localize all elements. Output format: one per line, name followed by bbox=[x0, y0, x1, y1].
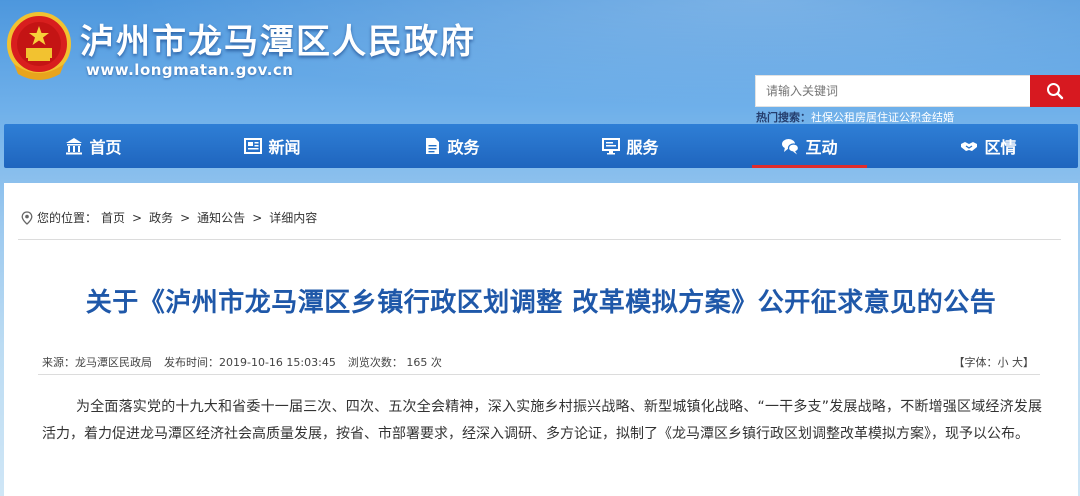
nav-item-label: 服务 bbox=[626, 138, 659, 157]
breadcrumb: 您的位置： 首页 > 政务 > 通知公告 > 详细内容 bbox=[21, 209, 317, 226]
nav-item-label: 互动 bbox=[805, 138, 838, 157]
nav-item-services[interactable]: 服务 bbox=[541, 124, 720, 168]
site-url: www.longmatan.gov.cn bbox=[86, 61, 294, 79]
nav-item-home[interactable]: 首页 bbox=[4, 124, 183, 168]
font-size-prefix: 【字体： bbox=[953, 356, 998, 369]
hot-search-item[interactable]: 公积金 bbox=[899, 111, 932, 124]
hot-search-label: 热门搜索： bbox=[756, 111, 811, 124]
monitor-icon bbox=[602, 138, 621, 155]
breadcrumb-item[interactable]: 首页 bbox=[101, 209, 125, 226]
nav-item-news[interactable]: 新闻 bbox=[183, 124, 362, 168]
font-size-control: 【字体：小 大】 bbox=[954, 354, 1035, 370]
breadcrumb-item[interactable]: 通知公告 bbox=[197, 209, 245, 226]
breadcrumb-separator: > bbox=[252, 210, 263, 225]
nav-item-interaction[interactable]: 互动 bbox=[720, 124, 899, 168]
search-icon bbox=[1047, 83, 1064, 100]
article-meta: 来源：龙马潭区民政局 发布时间：2019-10-16 15:03:45 浏览次数… bbox=[42, 354, 442, 370]
nav-item-affairs[interactable]: 政务 bbox=[362, 124, 541, 168]
search-button[interactable] bbox=[1030, 75, 1080, 107]
font-size-suffix: 】 bbox=[1023, 356, 1034, 369]
breadcrumb-separator: > bbox=[132, 210, 143, 225]
nav-item-district[interactable]: 区情 bbox=[899, 124, 1078, 168]
article-source: 来源：龙马潭区民政局 bbox=[42, 356, 152, 369]
divider bbox=[18, 239, 1061, 240]
article-view-count: 浏览次数： 165 次 bbox=[347, 356, 442, 369]
breadcrumb-current: 详细内容 bbox=[269, 211, 318, 225]
search-input[interactable] bbox=[755, 75, 1031, 107]
nav-item-label: 首页 bbox=[89, 138, 122, 157]
divider bbox=[38, 374, 1040, 375]
hot-search-item[interactable]: 社保 bbox=[811, 111, 833, 124]
article-title: 关于《泸州市龙马潭区乡镇行政区划调整 改革模拟方案》公开征求意见的公告 bbox=[85, 288, 997, 318]
hot-search-item[interactable]: 居住证 bbox=[866, 111, 899, 124]
font-size-big-button[interactable]: 大 bbox=[1012, 356, 1023, 369]
article-panel: 您的位置： 首页 > 政务 > 通知公告 > 详细内容 关于《泸州市龙马潭区乡镇… bbox=[4, 183, 1078, 496]
hot-search-item[interactable]: 结婚 bbox=[932, 111, 954, 124]
hot-search-item[interactable]: 公租房 bbox=[833, 111, 866, 124]
site-title: 泸州市龙马潭区人民政府 bbox=[80, 22, 476, 62]
article-publish-time: 发布时间：2019-10-16 15:03:45 bbox=[164, 356, 336, 369]
nav-item-label: 政务 bbox=[447, 138, 480, 157]
location-pin-icon bbox=[21, 210, 33, 225]
national-emblem-icon bbox=[7, 12, 71, 80]
font-size-small-button[interactable]: 小 bbox=[998, 356, 1009, 369]
nav-item-label: 新闻 bbox=[268, 138, 301, 157]
document-icon bbox=[426, 138, 440, 154]
article-body: 为全面落实党的十九大和省委十一届三次、四次、五次全会精神，深入实施乡村振兴战略、… bbox=[42, 399, 1042, 442]
hot-search: 热门搜索：社保公租房居住证公积金结婚 bbox=[756, 109, 954, 125]
nav-item-label: 区情 bbox=[984, 138, 1017, 157]
building-icon bbox=[66, 138, 83, 155]
news-icon bbox=[244, 138, 263, 154]
main-nav: 首页 新闻 政务 服务 互动 区情 bbox=[4, 124, 1078, 168]
handshake-icon bbox=[961, 142, 978, 151]
breadcrumb-item[interactable]: 政务 bbox=[149, 209, 173, 226]
breadcrumb-prefix: 您的位置： bbox=[37, 211, 98, 225]
breadcrumb-separator: > bbox=[180, 210, 191, 225]
chat-icon bbox=[782, 139, 800, 155]
